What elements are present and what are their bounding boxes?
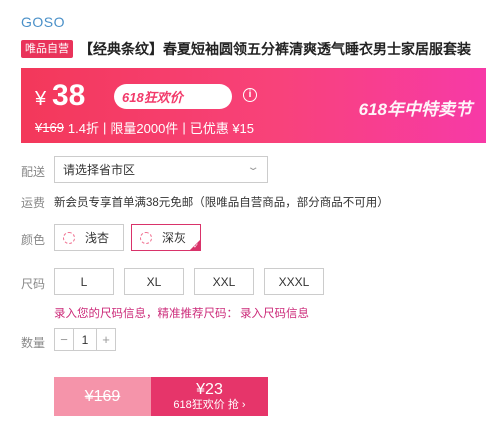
original-price: ¥169 [35, 120, 64, 135]
promo-buy-label: 618狂欢价 抢 › [173, 399, 246, 411]
product-title: 【经典条纹】春夏短袖圆领五分裤清爽透气睡衣男士家居服套装 [79, 41, 471, 57]
color-option-label: 深灰 [162, 231, 187, 245]
price-banner: ¥ 38 618狂欢价 ¥23 i ¥169 1.4折 | 限量2000件 | … [21, 68, 486, 143]
loading-icon [63, 231, 75, 244]
color-option-dark-gray[interactable]: 深灰 ✓ [131, 224, 201, 251]
original-price-button[interactable]: ¥169 [54, 377, 151, 416]
loading-icon [140, 231, 152, 244]
increment-button[interactable]: + [97, 329, 115, 350]
separator: | [182, 120, 186, 135]
size-option-xl[interactable]: XL [124, 268, 184, 295]
size-label: 尺码 [21, 277, 46, 291]
saved-amount: 已优惠 ¥15 [189, 121, 255, 136]
promo-buy-button[interactable]: ¥23 618狂欢价 抢 › [151, 377, 268, 416]
size-hint-text: 录入您的尺码信息，精准推荐尺码： [54, 308, 238, 320]
info-icon[interactable]: i [243, 88, 257, 102]
check-icon: ✓ [193, 243, 199, 250]
decrement-button[interactable]: − [55, 329, 73, 350]
quantity-stepper: − 1 + [54, 328, 116, 351]
limited-quantity: 限量2000件 [110, 121, 179, 136]
size-option-l[interactable]: L [54, 268, 114, 295]
enter-size-link[interactable]: 录入尺码信息 [240, 308, 309, 320]
color-label: 颜色 [21, 233, 46, 247]
region-select-value: 请选择省市区 [63, 163, 136, 177]
region-select[interactable]: 请选择省市区 ⌄ [54, 156, 268, 183]
discount-rate: 1.4折 [67, 121, 99, 136]
separator: | [103, 120, 107, 135]
self-operated-badge: 唯品自营 [21, 40, 73, 58]
color-option-light-apricot[interactable]: 浅杏 [54, 224, 124, 251]
delivery-label: 配送 [21, 165, 46, 179]
shipping-label: 运费 [21, 196, 46, 210]
promo-buy-price: ¥23 [196, 381, 223, 398]
shipping-text: 新会员专享首单满38元免邮（限唯品自营商品，部分商品不可用） [54, 197, 389, 209]
size-hint: 录入您的尺码信息，精准推荐尺码： 录入尺码信息 [54, 305, 309, 321]
current-price: 38 [52, 79, 86, 112]
currency-symbol: ¥ [35, 88, 47, 110]
product-title-row: 唯品自营 【经典条纹】春夏短袖圆领五分裤清爽透气睡衣男士家居服套装 [21, 40, 490, 58]
size-option-xxl[interactable]: XXL [194, 268, 254, 295]
quantity-value[interactable]: 1 [73, 329, 97, 350]
price-subline: ¥169 1.4折 | 限量2000件 | 已优惠 ¥15 [35, 118, 254, 137]
festival-label: 618年中特卖节 [358, 100, 472, 119]
brand-name[interactable]: GOSO [21, 14, 65, 30]
size-option-xxxl[interactable]: XXXL [264, 268, 324, 295]
promo-tag: 618狂欢价 [122, 90, 183, 105]
promo-price: ¥23 [189, 83, 223, 105]
color-option-label: 浅杏 [85, 231, 110, 245]
chevron-down-icon: ⌄ [246, 162, 260, 173]
quantity-label: 数量 [21, 336, 46, 350]
